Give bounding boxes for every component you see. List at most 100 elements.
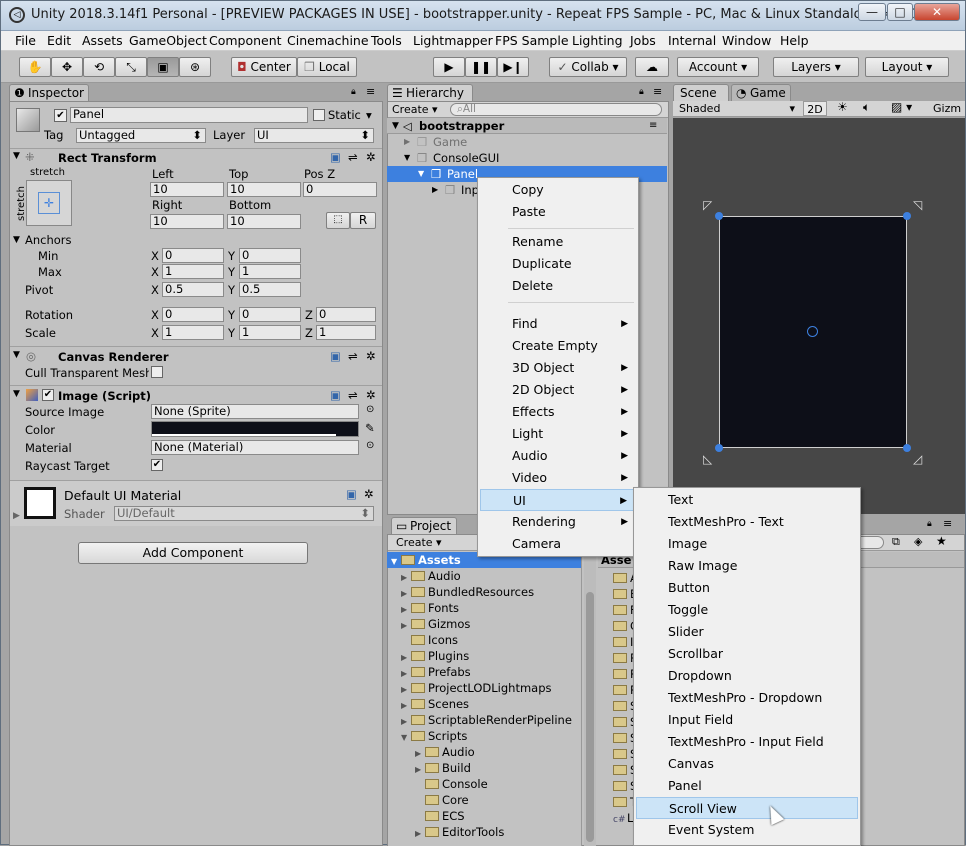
- scene-menu-icon[interactable]: ≡: [649, 118, 657, 134]
- project-folder-prefabs[interactable]: ▶ Prefabs: [401, 664, 471, 680]
- project-folder-core[interactable]: Core: [415, 792, 469, 808]
- panel-menu-icon[interactable]: ≡: [943, 517, 952, 530]
- anchor-handle-icon[interactable]: ◿: [913, 452, 922, 466]
- menu-item-camera[interactable]: Camera: [480, 533, 636, 555]
- menu-item-create-empty[interactable]: Create Empty: [480, 335, 636, 357]
- preset-icon[interactable]: ⇌: [348, 349, 358, 363]
- maximize-button[interactable]: □: [887, 3, 913, 21]
- rect-transform-header[interactable]: ▼ ⁜ Rect Transform ▣ ⇌ ✲: [10, 148, 382, 166]
- anchor-handle-icon[interactable]: ◺: [703, 452, 712, 466]
- eyedropper-icon[interactable]: ✎: [365, 421, 375, 435]
- menu-tools[interactable]: Tools: [371, 33, 402, 48]
- anchor-presets-button[interactable]: ✛: [26, 180, 72, 226]
- menu-item-paste[interactable]: Paste: [480, 201, 636, 223]
- lighting-toggle-icon[interactable]: ☀: [837, 100, 848, 114]
- rotation-x-field[interactable]: 0: [162, 307, 224, 322]
- rotation-y-field[interactable]: 0: [239, 307, 301, 322]
- scale-tool-icon[interactable]: ⤡: [115, 57, 147, 77]
- top-field[interactable]: 10: [227, 182, 301, 197]
- rect-handle[interactable]: [903, 212, 911, 220]
- menu-item-copy[interactable]: Copy: [480, 179, 636, 201]
- submenu-item-dropdown[interactable]: Dropdown: [636, 665, 858, 687]
- raw-edit-button[interactable]: R: [350, 212, 376, 229]
- rotate-tool-icon[interactable]: ⟲: [83, 57, 115, 77]
- favorite-star-icon[interactable]: ★: [936, 534, 947, 548]
- project-folder-scenes[interactable]: ▶ Scenes: [401, 696, 469, 712]
- effects-toggle-icon[interactable]: ▨ ▾: [891, 100, 912, 114]
- layer-dropdown[interactable]: UI ⬍: [254, 128, 374, 143]
- hierarchy-search-input[interactable]: ⌕All: [450, 103, 662, 116]
- submenu-item-button[interactable]: Button: [636, 577, 858, 599]
- submenu-item-scrollbar[interactable]: Scrollbar: [636, 643, 858, 665]
- menu-jobs[interactable]: Jobs: [630, 33, 656, 48]
- project-scrollbar[interactable]: [584, 552, 596, 846]
- menu-cinemachine[interactable]: Cinemachine: [287, 33, 369, 48]
- anchor-max-x-field[interactable]: 1: [162, 264, 224, 279]
- project-create-button[interactable]: Create ▾: [396, 535, 442, 550]
- step-button[interactable]: ▶❙: [497, 57, 529, 77]
- shader-dropdown[interactable]: UI/Default ⬍: [114, 506, 374, 521]
- canvas-renderer-header[interactable]: ▼ ◎ Canvas Renderer ▣ ⇌ ✲: [10, 346, 382, 364]
- move-tool-icon[interactable]: ✥: [51, 57, 83, 77]
- component-settings-icon[interactable]: ✲: [366, 388, 376, 402]
- project-folder-fonts[interactable]: ▶ Fonts: [401, 600, 459, 616]
- shading-mode-dropdown[interactable]: Shaded ▾: [679, 101, 797, 116]
- menu-item-duplicate[interactable]: Duplicate: [480, 253, 636, 275]
- add-component-button[interactable]: Add Component: [78, 542, 308, 564]
- menu-item-2d-object[interactable]: 2D Object ▶: [480, 379, 636, 401]
- object-picker-icon[interactable]: ⊙: [366, 404, 374, 415]
- cloud-button[interactable]: ☁: [635, 57, 669, 77]
- color-swatch[interactable]: [151, 421, 359, 437]
- anchor-handle-icon[interactable]: ◸: [703, 198, 712, 212]
- menu-lightmapper[interactable]: Lightmapper: [413, 33, 493, 48]
- component-settings-icon[interactable]: ✲: [366, 150, 376, 164]
- posz-field[interactable]: 0: [303, 182, 377, 197]
- tab-project[interactable]: ▭ Project: [391, 517, 457, 535]
- menu-window[interactable]: Window: [722, 33, 771, 48]
- component-settings-icon[interactable]: ✲: [366, 349, 376, 363]
- blueprint-mode-button[interactable]: ⬚: [326, 212, 350, 229]
- menu-item-delete[interactable]: Delete: [480, 275, 636, 297]
- image-enabled-checkbox[interactable]: ✔: [42, 389, 54, 401]
- menu-item-find[interactable]: Find ▶: [480, 313, 636, 335]
- submenu-item-textmeshpro-input-field[interactable]: TextMeshPro - Input Field: [636, 731, 858, 753]
- rotation-z-field[interactable]: 0: [316, 307, 376, 322]
- submenu-item-textmeshpro-text[interactable]: TextMeshPro - Text: [636, 511, 858, 533]
- hierarchy-scene-row[interactable]: ▼ ◁ bootstrapper ≡: [387, 118, 667, 134]
- right-field[interactable]: 10: [150, 214, 224, 229]
- transform-tool-icon[interactable]: ⊛: [179, 57, 211, 77]
- close-button[interactable]: ✕: [914, 3, 960, 21]
- menu-gameobject[interactable]: GameObject: [129, 33, 207, 48]
- project-folder-audio[interactable]: ▶ Audio: [401, 568, 461, 584]
- panel-menu-icon[interactable]: ≡: [653, 85, 662, 98]
- help-icon[interactable]: ▣: [330, 150, 341, 164]
- menu-item-3d-object[interactable]: 3D Object ▶: [480, 357, 636, 379]
- menu-item-video[interactable]: Video ▶: [480, 467, 636, 489]
- object-name-field[interactable]: Panel: [70, 107, 308, 123]
- hand-tool-icon[interactable]: ✋: [19, 57, 51, 77]
- tab-inspector[interactable]: ❶ Inspector: [9, 84, 89, 102]
- search-by-type-icon[interactable]: ⧉: [892, 535, 900, 549]
- rect-tool-icon[interactable]: ▣: [147, 57, 179, 77]
- submenu-item-raw-image[interactable]: Raw Image: [636, 555, 858, 577]
- search-by-label-icon[interactable]: ◈: [914, 535, 922, 548]
- menu-edit[interactable]: Edit: [47, 33, 71, 48]
- menu-assets[interactable]: Assets: [82, 33, 123, 48]
- menu-item-rename[interactable]: Rename: [480, 231, 636, 253]
- submenu-item-input-field[interactable]: Input Field: [636, 709, 858, 731]
- cull-transparent-checkbox[interactable]: [151, 366, 163, 378]
- submenu-item-slider[interactable]: Slider: [636, 621, 858, 643]
- lock-icon[interactable]: 🔒︎: [351, 87, 356, 97]
- static-dropdown-arrow[interactable]: ▾: [366, 108, 372, 122]
- project-folder-icons[interactable]: Icons: [401, 632, 458, 648]
- submenu-item-event-system[interactable]: Event System: [636, 819, 858, 841]
- rect-handle[interactable]: [715, 444, 723, 452]
- component-settings-icon[interactable]: ✲: [364, 487, 374, 501]
- scale-z-field[interactable]: 1: [316, 325, 376, 340]
- minimize-button[interactable]: —: [858, 3, 886, 21]
- menu-help[interactable]: Help: [780, 33, 809, 48]
- project-search-input[interactable]: [858, 536, 884, 549]
- rect-handle[interactable]: [715, 212, 723, 220]
- project-folder-projectlodlightmaps[interactable]: ▶ ProjectLODLightmaps: [401, 680, 552, 696]
- anchor-max-y-field[interactable]: 1: [239, 264, 301, 279]
